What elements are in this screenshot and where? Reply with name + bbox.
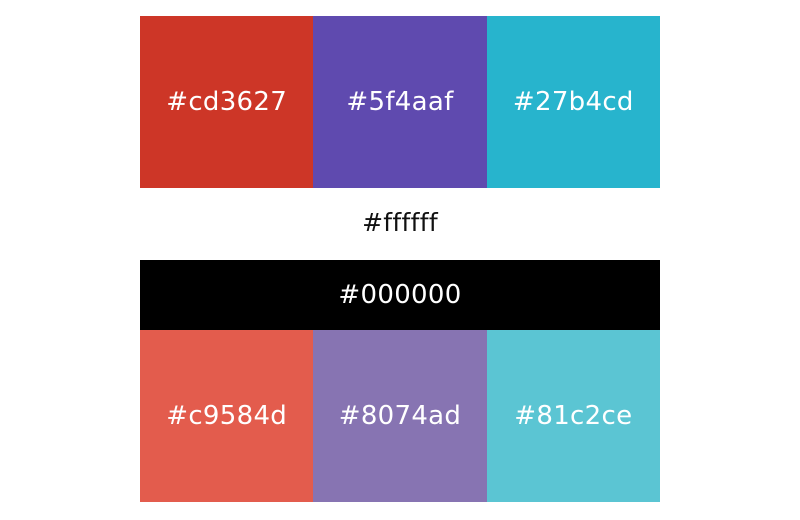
swatch-light-cyan: #81c2ce bbox=[486, 330, 660, 502]
tint-swatch-row: #c9584d #8074ad #81c2ce bbox=[140, 330, 660, 502]
swatch-purple-label: #5f4aaf bbox=[346, 87, 454, 117]
primary-swatch-row: #cd3627 #5f4aaf #27b4cd bbox=[140, 16, 660, 188]
swatch-light-red-label: #c9584d bbox=[166, 401, 288, 431]
swatch-white-label: #ffffff bbox=[362, 208, 438, 237]
swatch-purple: #5f4aaf bbox=[313, 16, 487, 188]
color-palette: #cd3627 #5f4aaf #27b4cd #ffffff #000000 … bbox=[0, 0, 800, 520]
swatch-black-label: #000000 bbox=[338, 280, 462, 310]
swatch-cyan-label: #27b4cd bbox=[512, 87, 634, 117]
swatch-black: #000000 bbox=[140, 260, 660, 330]
swatch-light-purple-label: #8074ad bbox=[338, 401, 462, 431]
swatch-cyan: #27b4cd bbox=[486, 16, 660, 188]
swatch-red: #cd3627 bbox=[140, 16, 314, 188]
swatch-red-label: #cd3627 bbox=[166, 87, 288, 117]
swatch-light-purple: #8074ad bbox=[313, 330, 487, 502]
swatch-light-red: #c9584d bbox=[140, 330, 314, 502]
swatch-light-cyan-label: #81c2ce bbox=[514, 401, 633, 431]
black-swatch-row: #000000 bbox=[140, 260, 660, 330]
